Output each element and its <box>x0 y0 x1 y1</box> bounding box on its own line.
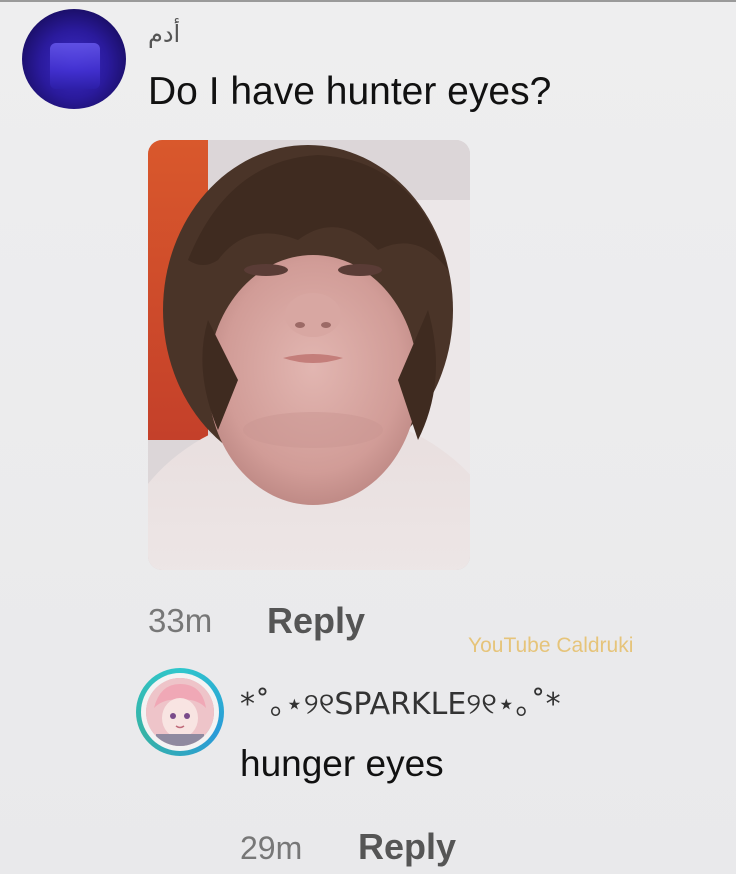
comment-username[interactable]: أدم <box>148 20 180 48</box>
comment-timestamp: 29m <box>240 830 303 866</box>
comment-timestamp: 33m <box>148 602 213 639</box>
avatar[interactable] <box>22 9 126 109</box>
watermark: YouTube Caldruki <box>468 634 634 657</box>
reply-button[interactable]: Reply <box>267 600 365 642</box>
avatar-image <box>50 43 100 89</box>
avatar-image <box>146 678 214 746</box>
avatar[interactable] <box>136 668 224 756</box>
reply-button[interactable]: Reply <box>358 826 456 868</box>
photo-image <box>148 140 470 570</box>
comment-username[interactable]: *˚｡⋆୨୧SPARKLE୨୧⋆｡˚* <box>240 679 561 723</box>
anime-avatar-icon <box>146 678 214 746</box>
attached-photo[interactable] <box>148 140 470 570</box>
comment-text: Do I have hunter eyes? <box>148 70 552 113</box>
comment-thread: أدم Do I have hunter eyes? 33m Reply You… <box>0 0 736 874</box>
comment-text: hunger eyes <box>240 743 444 784</box>
divider <box>0 0 736 2</box>
